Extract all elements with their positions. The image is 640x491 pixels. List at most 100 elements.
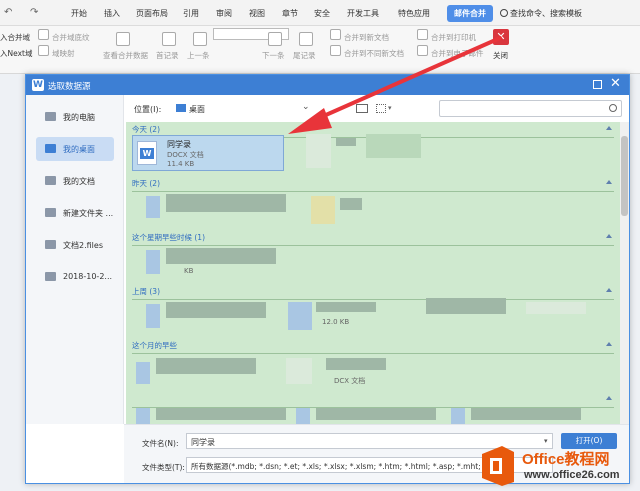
blurred-file-icon[interactable] <box>288 302 312 330</box>
sidebar-item-label: 文档2.files <box>63 241 103 250</box>
collapse-icon[interactable] <box>606 234 612 238</box>
office-logo-icon <box>482 446 514 486</box>
file-size: KB <box>184 267 194 275</box>
ribbon-tab-bar: ↶ ↷ 开始 插入 页面布局 引用 审阅 视图 章节 安全 开发工具 特色应用 … <box>0 0 640 26</box>
insert-next-field-button[interactable]: 入Next域 <box>0 48 32 59</box>
prev-record-icon <box>193 32 207 46</box>
location-label: 位置(I): <box>134 105 162 114</box>
tab-review[interactable]: 审阅 <box>216 8 232 19</box>
blurred-file-icon[interactable] <box>311 196 335 224</box>
sidebar-item-date-folder[interactable]: 2018-10-2... <box>36 265 114 289</box>
sidebar-item-label: 我的桌面 <box>63 145 95 154</box>
sidebar-item-desktop[interactable]: 我的桌面 <box>36 137 114 161</box>
group-header-yesterday[interactable]: 昨天 (2) <box>132 178 614 192</box>
scrollbar-thumb[interactable] <box>621 136 628 216</box>
docx-file-icon: W <box>137 141 157 165</box>
folder-icon <box>45 176 56 185</box>
tab-special-apps[interactable]: 特色应用 <box>398 8 430 19</box>
sidebar-item-label: 我的文档 <box>63 177 95 186</box>
sidebar-item-label: 2018-10-2... <box>63 272 113 281</box>
view-merge-data-button[interactable]: 查看合并数据 <box>103 50 148 61</box>
prev-record-button[interactable]: 上一条 <box>187 50 210 61</box>
command-search[interactable]: 查找命令、搜索模板 <box>500 8 582 19</box>
blurred-file-icon[interactable] <box>296 408 310 424</box>
collapse-icon[interactable] <box>606 180 612 184</box>
watermark-brand: Office教程网 <box>522 451 610 468</box>
collapse-icon[interactable] <box>606 126 612 130</box>
sidebar-item-documents[interactable]: 我的文档 <box>36 169 114 193</box>
field-map-button[interactable]: 域映射 <box>52 48 75 59</box>
watermark: Office教程网 www.office26.com <box>478 444 640 491</box>
folder-icon <box>45 240 56 249</box>
collapse-icon[interactable] <box>606 396 612 400</box>
group-header-last-week[interactable]: 上周 (3) <box>132 286 614 300</box>
tab-section[interactable]: 章节 <box>282 8 298 19</box>
tab-home[interactable]: 开始 <box>71 8 87 19</box>
folder-icon <box>45 272 56 281</box>
blurred-file-icon[interactable] <box>136 362 150 384</box>
annotation-arrow <box>288 36 502 134</box>
tab-security[interactable]: 安全 <box>314 8 330 19</box>
group-header-older[interactable] <box>132 394 614 408</box>
blurred-file-label <box>426 298 506 314</box>
filetype-label: 文件类型(T): <box>142 463 185 472</box>
view-data-icon <box>116 32 130 46</box>
file-list[interactable]: 今天 (2) W 同学录 DOCX 文档 11.4 KB 昨天 (2) 这个星期… <box>126 122 620 424</box>
first-record-icon <box>162 32 176 46</box>
blurred-file-label <box>471 408 581 420</box>
sidebar-item-my-computer[interactable]: 我的电脑 <box>36 105 114 129</box>
close-icon[interactable]: ✕ <box>610 76 621 91</box>
merge-shading-button[interactable]: 合并域底纹 <box>52 32 90 43</box>
filename-label: 文件名(N): <box>142 439 179 448</box>
group-header-this-week[interactable]: 这个星期早些时候 (1) <box>132 232 614 246</box>
blurred-file-label <box>156 358 256 374</box>
collapse-icon[interactable] <box>606 288 612 292</box>
blurred-file-label <box>316 302 376 312</box>
blurred-file-icon[interactable] <box>146 196 160 218</box>
tab-view[interactable]: 视图 <box>249 8 265 19</box>
location-select[interactable]: 桌面 <box>189 104 205 115</box>
first-record-button[interactable]: 首记录 <box>156 50 179 61</box>
wps-writer-icon: W <box>32 79 44 91</box>
tab-mail-merge[interactable]: 邮件合并 <box>447 5 493 22</box>
blurred-file-icon[interactable] <box>136 408 150 424</box>
redo-icon[interactable]: ↷ <box>30 7 38 18</box>
vertical-scrollbar[interactable] <box>620 122 629 424</box>
sidebar-item-label: 新建文件夹 ... <box>63 209 113 218</box>
blurred-file-icon[interactable] <box>286 358 312 384</box>
group-header-earlier-this-month[interactable]: 这个月的早些 <box>132 340 614 354</box>
field-map-icon <box>38 45 49 56</box>
desktop-icon <box>176 104 186 112</box>
blurred-file-icon[interactable] <box>146 250 160 274</box>
sidebar-item-doc2-files[interactable]: 文档2.files <box>36 233 114 257</box>
file-size: 12.0 KB <box>322 318 350 326</box>
sidebar-item-new-folder[interactable]: 新建文件夹 ... <box>36 201 114 225</box>
insert-merge-field-button[interactable]: 入合并域 <box>0 32 30 43</box>
file-size: 11.4 KB <box>167 160 195 168</box>
watermark-url: www.office26.com <box>524 469 620 481</box>
file-type: DOCX 文档 <box>167 151 204 159</box>
blurred-file-label <box>166 302 266 318</box>
places-sidebar: 我的电脑 我的桌面 我的文档 新建文件夹 ... 文档2.files 2018-… <box>26 95 124 424</box>
sidebar-item-label: 我的电脑 <box>63 113 95 122</box>
tab-insert[interactable]: 插入 <box>104 8 120 19</box>
blurred-file-label <box>316 408 436 420</box>
tab-page-layout[interactable]: 页面布局 <box>136 8 168 19</box>
blurred-file-icon[interactable] <box>451 408 465 424</box>
blurred-file-label <box>340 198 362 210</box>
maximize-icon[interactable] <box>593 80 602 89</box>
blurred-file-icon[interactable] <box>146 304 160 328</box>
tab-developer[interactable]: 开发工具 <box>347 8 379 19</box>
folder-icon <box>45 208 56 217</box>
search-icon <box>609 104 617 112</box>
blurred-file-label <box>166 248 276 264</box>
blurred-file-label <box>156 408 286 420</box>
file-type: DCX 文档 <box>334 377 366 385</box>
search-icon <box>500 9 508 17</box>
file-item-selected[interactable]: W 同学录 DOCX 文档 11.4 KB <box>132 135 284 171</box>
blurred-file-label <box>166 194 286 212</box>
collapse-icon[interactable] <box>606 342 612 346</box>
blurred-file-label <box>326 358 386 370</box>
tab-references[interactable]: 引用 <box>183 8 199 19</box>
undo-icon[interactable]: ↶ <box>4 7 12 18</box>
